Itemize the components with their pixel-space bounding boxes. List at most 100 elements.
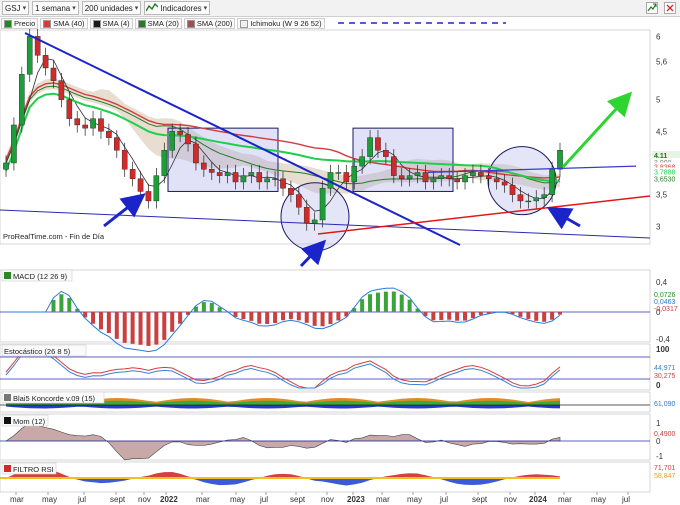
- indicators-button[interactable]: Indicadores ▾: [144, 1, 211, 15]
- macd-bar: [130, 312, 135, 344]
- chevron-down-icon: ▾: [134, 5, 139, 12]
- momentum-title: Mom (12): [1, 414, 49, 427]
- candle-body: [422, 172, 429, 183]
- close-chart-icon[interactable]: [664, 2, 676, 14]
- macd-title: MACD (12 26 9): [1, 269, 73, 282]
- candle-body: [185, 134, 191, 145]
- candle-body: [3, 162, 9, 170]
- x-axis-label: 2024: [529, 495, 547, 504]
- candle-body: [58, 80, 65, 100]
- candle-body: [446, 175, 453, 179]
- candle-body: [280, 178, 286, 189]
- price-axis-tick: 3,5: [656, 191, 668, 200]
- candle-body: [343, 172, 350, 183]
- candle-body: [113, 137, 120, 151]
- legend-item[interactable]: SMA (40): [40, 18, 88, 29]
- x-axis-label: nov: [504, 495, 517, 504]
- macd-bar: [146, 312, 151, 346]
- candle-body: [454, 178, 460, 183]
- macd-bar: [257, 312, 262, 324]
- candle-body: [161, 150, 168, 176]
- source-text: ProRealTime.com - Fin de Día: [3, 232, 105, 241]
- macd-bar: [518, 312, 523, 317]
- dashed-line-marker: [338, 22, 506, 24]
- period-selector[interactable]: 1 semana ▾: [32, 1, 79, 15]
- candle-body: [311, 219, 318, 224]
- chevron-down-icon: ▾: [203, 5, 208, 12]
- svg-text:MACD (12 26 9): MACD (12 26 9): [13, 272, 68, 281]
- candle-body: [557, 150, 563, 170]
- candle-body: [406, 175, 413, 179]
- price-axis-tick: 4,5: [656, 127, 668, 136]
- candle-body: [430, 178, 437, 183]
- chevron-down-icon: ▾: [22, 5, 27, 12]
- candle-body: [216, 172, 223, 176]
- macd-pane[interactable]: [0, 269, 651, 343]
- candle-body: [42, 55, 49, 69]
- macd-bar: [328, 312, 333, 324]
- momentum-axis-tick: -1: [656, 452, 664, 461]
- rsi-value-label: 71,701: [654, 465, 676, 472]
- candle-body: [525, 200, 532, 203]
- candle-body: [272, 178, 278, 180]
- x-axis-label: mar: [10, 495, 24, 504]
- macd-bar: [114, 312, 119, 339]
- svg-text:FILTRO RSI: FILTRO RSI: [13, 465, 54, 474]
- macd-bar: [439, 312, 444, 321]
- x-axis-label: jul: [621, 495, 630, 504]
- macd-bar: [431, 312, 436, 321]
- legend-label: SMA (4): [102, 19, 130, 28]
- stochastic-pane[interactable]: [0, 343, 651, 391]
- legend-swatch: [4, 19, 12, 28]
- candle-body: [549, 169, 555, 195]
- macd-bar: [304, 312, 309, 323]
- candle-body: [541, 194, 547, 198]
- candle-body: [74, 118, 81, 126]
- candle-body: [248, 172, 255, 176]
- symbol-selector[interactable]: GSJ ▾: [2, 1, 30, 15]
- candle-body: [201, 162, 207, 170]
- legend-item[interactable]: SMA (20): [134, 18, 182, 29]
- macd-bar: [312, 312, 317, 326]
- macd-bar: [59, 294, 64, 312]
- koncorde-value-label: 61,090: [654, 401, 676, 408]
- macd-bar: [273, 312, 278, 324]
- candle-body: [335, 172, 342, 174]
- candle-body: [90, 118, 96, 129]
- x-axis-label: may: [230, 495, 245, 504]
- momentum-value-label: 0,4900: [654, 431, 676, 438]
- momentum-axis-tick: 0: [656, 437, 661, 446]
- x-axis-label: sept: [290, 495, 306, 504]
- macd-bar: [209, 302, 214, 312]
- macd-bar: [91, 312, 96, 324]
- x-axis-label: sept: [472, 495, 488, 504]
- macd-bar: [470, 312, 475, 318]
- price-axis-tick: 3: [656, 222, 661, 231]
- macd-bar: [106, 312, 111, 333]
- candle-body: [177, 131, 183, 135]
- legend-item[interactable]: Precio: [1, 18, 39, 29]
- macd-bar: [265, 312, 270, 324]
- candle-body: [462, 175, 468, 183]
- candle-body: [193, 143, 199, 164]
- chart-options-icon[interactable]: [646, 2, 658, 14]
- x-axis-label: may: [591, 495, 606, 504]
- stoch-value-label: 30,275: [654, 373, 676, 380]
- x-axis-label: mar: [376, 495, 390, 504]
- macd-bar: [455, 312, 460, 321]
- legend-item[interactable]: SMA (4): [89, 18, 133, 29]
- candle-body: [145, 191, 152, 202]
- x-axis-label: mar: [196, 495, 210, 504]
- legend-label: Ichimoku (W 9 26 52): [250, 19, 322, 28]
- units-selector[interactable]: 200 unidades ▾: [81, 1, 142, 15]
- candle-body: [19, 74, 25, 126]
- candle-body: [478, 172, 484, 176]
- legend-item[interactable]: SMA (200): [183, 18, 236, 29]
- macd-bar: [383, 291, 388, 312]
- candle-body: [121, 150, 128, 170]
- candle-body: [98, 118, 104, 132]
- legend-item[interactable]: Ichimoku (W 9 26 52): [237, 18, 325, 29]
- koncorde-title: Blai5 Koncorde v.09 (15): [1, 391, 105, 404]
- macd-bar: [368, 294, 373, 312]
- legend-swatch: [240, 19, 249, 28]
